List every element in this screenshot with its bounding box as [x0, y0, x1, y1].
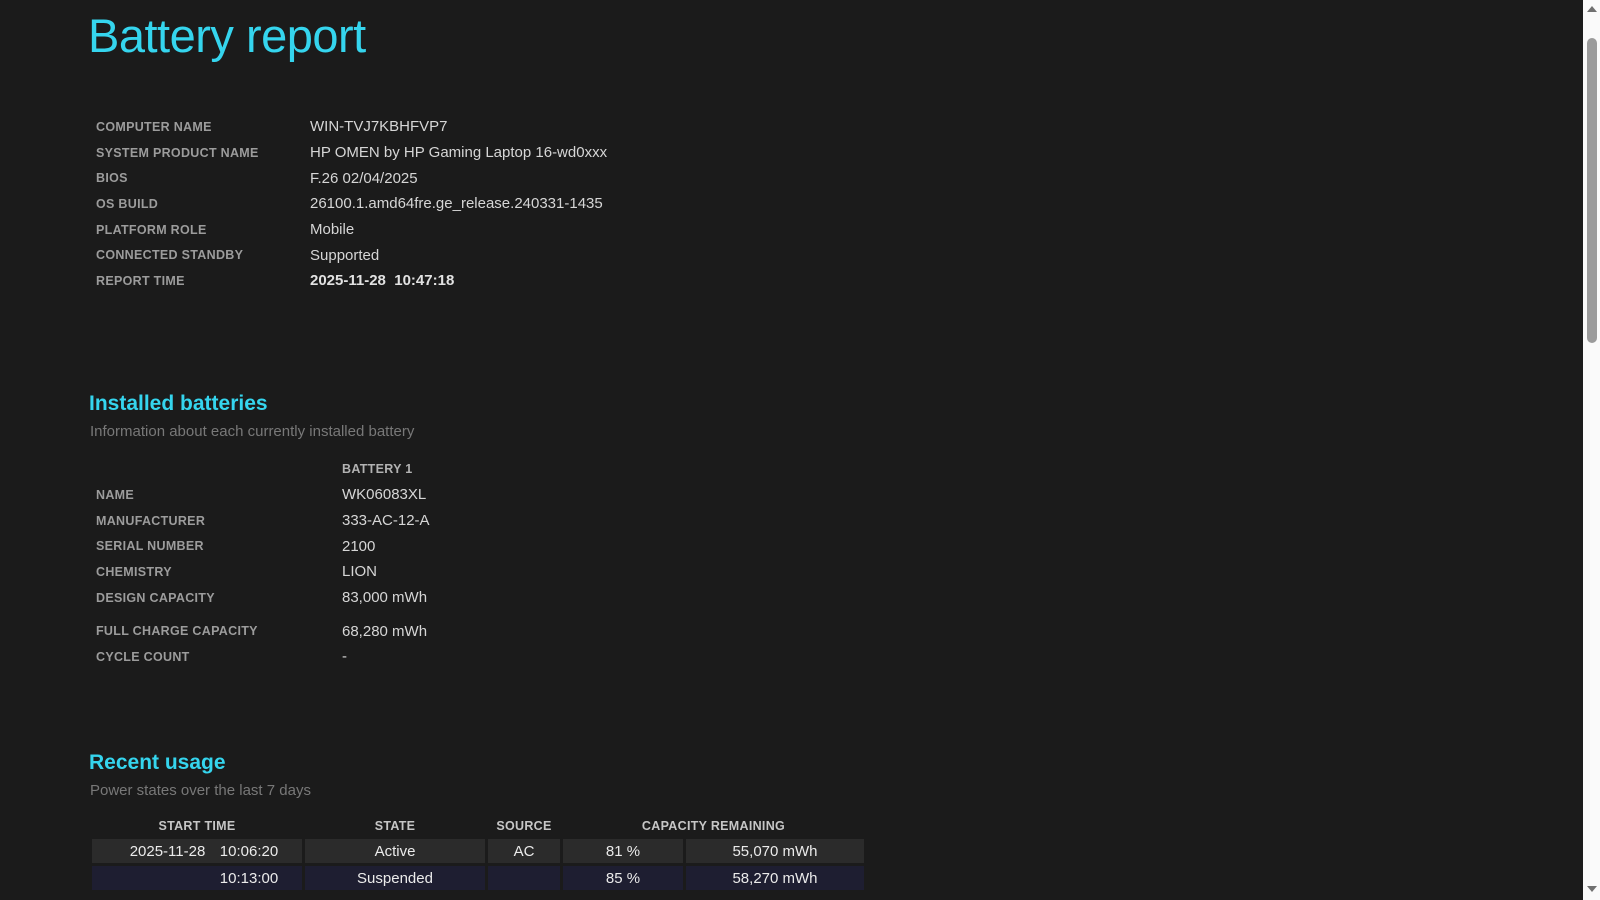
battery-detail-label: CHEMISTRY: [96, 565, 342, 579]
usage-row: 2025-11-2810:06:20 Active AC 81 % 55,070…: [92, 839, 864, 863]
usage-cell-percent: 81 %: [563, 839, 683, 863]
scrollbar[interactable]: [1583, 0, 1600, 900]
system-info-value: F.26 02/04/2025: [310, 170, 418, 187]
battery-detail-value: 333-AC-12-A: [342, 512, 430, 529]
usage-cell-start-time: 10:13:00: [92, 866, 302, 890]
system-info-row: CONNECTED STANDBY Supported: [96, 242, 607, 268]
usage-row: 10:13:00 Suspended 85 % 58,270 mWh: [92, 866, 864, 890]
recent-usage-subtitle: Power states over the last 7 days: [90, 782, 311, 799]
battery-detail-value: 68,280 mWh: [342, 623, 427, 640]
battery-detail-value: 83,000 mWh: [342, 589, 427, 606]
page-title: Battery report: [88, 8, 366, 63]
battery-detail-label: FULL CHARGE CAPACITY: [96, 624, 342, 638]
system-info-row: OS BUILD 26100.1.amd64fre.ge_release.240…: [96, 191, 607, 217]
usage-date: 2025-11-28: [113, 843, 217, 860]
system-info-value: Supported: [310, 247, 379, 264]
usage-cell-state: Active: [305, 839, 485, 863]
scrollbar-up-button[interactable]: [1583, 0, 1600, 17]
battery-report-page: Battery report COMPUTER NAME WIN-TVJ7KBH…: [0, 0, 1583, 900]
usage-cell-mwh: 58,270 mWh: [686, 866, 864, 890]
battery-detail-row: CYCLE COUNT -: [96, 644, 430, 670]
battery-detail-row: DESIGN CAPACITY 83,000 mWh: [96, 585, 430, 611]
battery-detail-value: LION: [342, 563, 377, 580]
system-info-row: COMPUTER NAME WIN-TVJ7KBHFVP7: [96, 114, 607, 140]
usage-time: 10:06:20: [217, 843, 281, 860]
battery-detail-row: NAME WK06083XL: [96, 482, 430, 508]
usage-time: 10:13:00: [217, 870, 281, 887]
battery-detail-label: DESIGN CAPACITY: [96, 591, 342, 605]
usage-header-start-time: START TIME: [92, 816, 302, 836]
system-info-row: REPORT TIME 2025-11-28 10:47:18: [96, 268, 607, 294]
battery-detail-label: NAME: [96, 488, 342, 502]
installed-batteries-subtitle: Information about each currently install…: [90, 423, 414, 440]
system-info-label: SYSTEM PRODUCT NAME: [96, 146, 310, 160]
recent-usage-heading: Recent usage: [89, 751, 226, 775]
system-info-value: Mobile: [310, 221, 354, 238]
system-info-label: OS BUILD: [96, 197, 310, 211]
system-info-table: COMPUTER NAME WIN-TVJ7KBHFVP7 SYSTEM PRO…: [96, 114, 607, 294]
scrollbar-thumb[interactable]: [1587, 38, 1597, 343]
usage-header-capacity-remaining: CAPACITY REMAINING: [563, 816, 864, 836]
battery-detail-row: FULL CHARGE CAPACITY 68,280 mWh: [96, 618, 430, 644]
battery-detail-value: 2100: [342, 538, 375, 555]
system-info-value: WIN-TVJ7KBHFVP7: [310, 118, 448, 135]
battery-detail-row: SERIAL NUMBER 2100: [96, 533, 430, 559]
battery-detail-value: -: [342, 648, 347, 665]
report-time-value: 2025-11-28 10:47:18: [310, 272, 454, 289]
usage-header-source: SOURCE: [488, 816, 560, 836]
usage-cell-source: AC: [488, 839, 560, 863]
usage-header-row: START TIME STATE SOURCE CAPACITY REMAINI…: [92, 816, 864, 836]
battery-detail-value: WK06083XL: [342, 486, 426, 503]
installed-batteries-heading: Installed batteries: [89, 392, 268, 416]
system-info-label: PLATFORM ROLE: [96, 223, 310, 237]
system-info-label: COMPUTER NAME: [96, 120, 310, 134]
system-info-row: BIOS F.26 02/04/2025: [96, 165, 607, 191]
system-info-value: 26100.1.amd64fre.ge_release.240331-1435: [310, 195, 603, 212]
scroll-down-icon: [1587, 886, 1597, 892]
system-info-row: PLATFORM ROLE Mobile: [96, 217, 607, 243]
system-info-label: BIOS: [96, 171, 310, 185]
usage-cell-percent: 85 %: [563, 866, 683, 890]
usage-cell-source: [488, 866, 560, 890]
system-info-value: HP OMEN by HP Gaming Laptop 16-wd0xxx: [310, 144, 607, 161]
battery-details-table: NAME WK06083XL MANUFACTURER 333-AC-12-A …: [96, 482, 430, 670]
scroll-up-icon: [1587, 6, 1597, 12]
usage-cell-mwh: 55,070 mWh: [686, 839, 864, 863]
battery-detail-row: MANUFACTURER 333-AC-12-A: [96, 508, 430, 534]
usage-cell-start-time: 2025-11-2810:06:20: [92, 839, 302, 863]
system-info-label: REPORT TIME: [96, 274, 310, 288]
system-info-label: CONNECTED STANDBY: [96, 248, 310, 262]
battery-detail-label: SERIAL NUMBER: [96, 539, 342, 553]
battery-detail-label: CYCLE COUNT: [96, 650, 342, 664]
scrollbar-down-button[interactable]: [1583, 880, 1600, 897]
recent-usage-table: START TIME STATE SOURCE CAPACITY REMAINI…: [89, 813, 867, 893]
battery-detail-label: MANUFACTURER: [96, 514, 342, 528]
battery-detail-row: CHEMISTRY LION: [96, 559, 430, 585]
usage-header-state: STATE: [305, 816, 485, 836]
battery-column-header: BATTERY 1: [342, 462, 413, 476]
system-info-row: SYSTEM PRODUCT NAME HP OMEN by HP Gaming…: [96, 140, 607, 166]
usage-cell-state: Suspended: [305, 866, 485, 890]
